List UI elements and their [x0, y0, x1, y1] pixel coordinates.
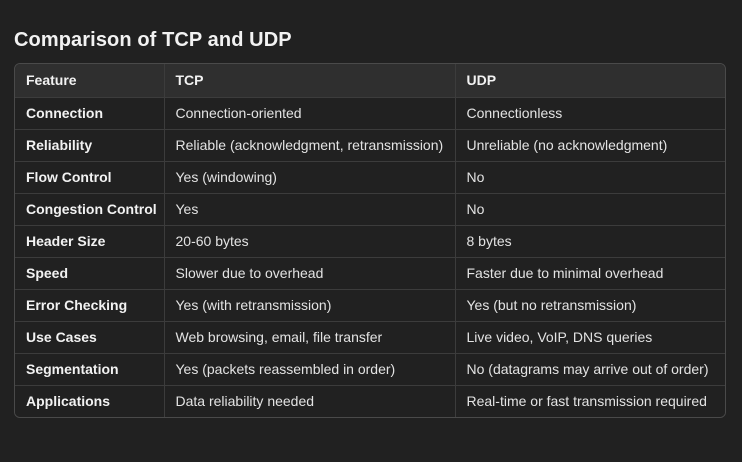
feature-cell: Applications: [15, 385, 165, 417]
udp-cell: No: [455, 193, 725, 226]
tcp-cell: Connection-oriented: [164, 97, 456, 130]
comparison-table-container: Feature TCP UDP Connection Connection-or…: [14, 63, 726, 418]
feature-cell: Reliability: [15, 129, 165, 162]
table-row: Error Checking Yes (with retransmission)…: [15, 289, 725, 322]
comparison-table: Feature TCP UDP Connection Connection-or…: [15, 64, 725, 417]
udp-cell: Live video, VoIP, DNS queries: [455, 321, 725, 354]
header-tcp: TCP: [164, 64, 456, 98]
feature-cell: Connection: [15, 97, 165, 130]
tcp-cell: Data reliability needed: [164, 385, 456, 417]
header-feature: Feature: [15, 64, 165, 98]
tcp-cell: Yes: [164, 193, 456, 226]
table-row: Flow Control Yes (windowing) No: [15, 161, 725, 194]
table-row: Speed Slower due to overhead Faster due …: [15, 257, 725, 290]
header-row: Feature TCP UDP: [15, 64, 725, 98]
udp-cell: No (datagrams may arrive out of order): [455, 353, 725, 386]
feature-cell: Error Checking: [15, 289, 165, 322]
tcp-cell: Yes (windowing): [164, 161, 456, 194]
udp-cell: Connectionless: [455, 97, 725, 130]
table-body: Connection Connection-oriented Connectio…: [15, 97, 725, 417]
tcp-cell: Yes (packets reassembled in order): [164, 353, 456, 386]
table-row: Congestion Control Yes No: [15, 193, 725, 226]
page-title: Comparison of TCP and UDP: [14, 29, 292, 51]
tcp-cell: Reliable (acknowledgment, retransmission…: [164, 129, 456, 162]
udp-cell: 8 bytes: [455, 225, 725, 258]
feature-cell: Header Size: [15, 225, 165, 258]
udp-cell: Faster due to minimal overhead: [455, 257, 725, 290]
feature-cell: Flow Control: [15, 161, 165, 194]
udp-cell: Yes (but no retransmission): [455, 289, 725, 322]
feature-cell: Segmentation: [15, 353, 165, 386]
tcp-cell: 20-60 bytes: [164, 225, 456, 258]
table-row: Use Cases Web browsing, email, file tran…: [15, 321, 725, 354]
feature-cell: Congestion Control: [15, 193, 165, 226]
table-row: Reliability Reliable (acknowledgment, re…: [15, 129, 725, 162]
table-row: Applications Data reliability needed Rea…: [15, 385, 725, 417]
header-udp: UDP: [455, 64, 725, 98]
table-header: Feature TCP UDP: [15, 64, 725, 98]
feature-cell: Speed: [15, 257, 165, 290]
tcp-cell: Web browsing, email, file transfer: [164, 321, 456, 354]
tcp-cell: Yes (with retransmission): [164, 289, 456, 322]
table-row: Header Size 20-60 bytes 8 bytes: [15, 225, 725, 258]
udp-cell: No: [455, 161, 725, 194]
feature-cell: Use Cases: [15, 321, 165, 354]
tcp-cell: Slower due to overhead: [164, 257, 456, 290]
page: Comparison of TCP and UDP Feature TCP UD…: [0, 0, 742, 462]
table-row: Connection Connection-oriented Connectio…: [15, 97, 725, 130]
table-row: Segmentation Yes (packets reassembled in…: [15, 353, 725, 386]
udp-cell: Unreliable (no acknowledgment): [455, 129, 725, 162]
udp-cell: Real-time or fast transmission required: [455, 385, 725, 417]
